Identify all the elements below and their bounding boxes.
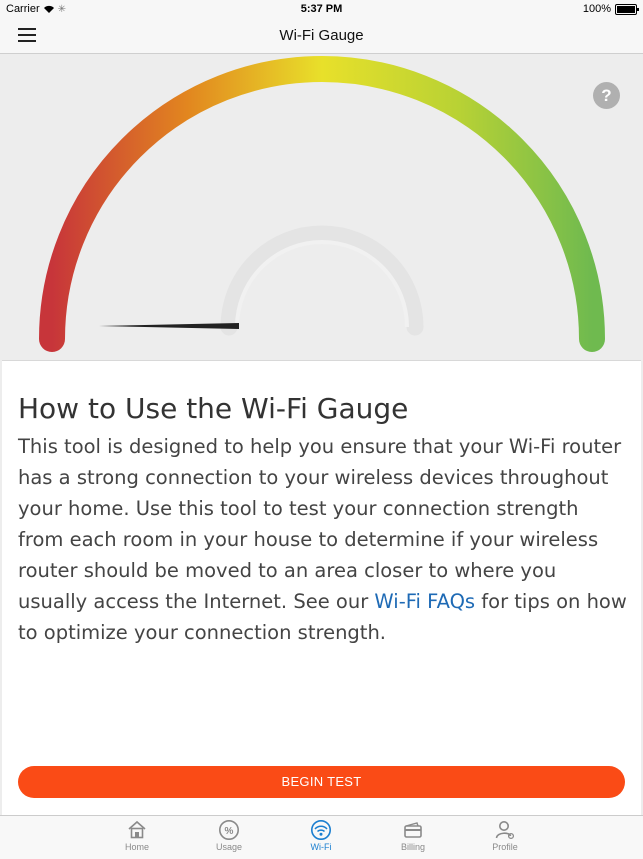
tab-usage-label: Usage [215, 842, 242, 852]
tab-home[interactable]: Home [107, 819, 167, 852]
battery-icon [615, 3, 639, 15]
gauge-panel: ? [0, 54, 643, 360]
svg-text:%: % [225, 826, 234, 837]
page-title: Wi-Fi Gauge [279, 27, 364, 44]
tab-home-label: Home [124, 842, 149, 852]
info-heading: How to Use the Wi-Fi Gauge [18, 392, 409, 425]
wifi-icon [311, 820, 331, 840]
tab-bar: Home % Usage Wi-Fi Billing Profile [0, 815, 643, 859]
tab-usage[interactable]: % Usage [199, 819, 259, 852]
tab-profile-label: Profile [492, 842, 518, 852]
tab-profile[interactable]: Profile [475, 819, 535, 852]
wifi-gauge [39, 56, 605, 352]
tab-wifi[interactable]: Wi-Fi [291, 819, 351, 852]
profile-icon [495, 821, 515, 840]
wifi-faqs-link[interactable]: Wi-Fi FAQs [374, 590, 475, 613]
tab-billing[interactable]: Billing [383, 819, 443, 852]
home-icon [128, 820, 146, 839]
status-bar: Carrier ✳ 5:37 PM 100% [0, 0, 643, 20]
battery-percent: 100% [582, 3, 611, 15]
help-icon[interactable]: ? [593, 82, 620, 109]
inner-gauge-track [220, 225, 424, 336]
tab-billing-label: Billing [400, 842, 425, 852]
gauge-needle [99, 323, 239, 329]
status-right: 100% [582, 3, 639, 15]
wallet-icon [404, 822, 422, 838]
info-card: How to Use the Wi-Fi Gauge This tool is … [2, 360, 641, 816]
navigation-bar: Wi-Fi Gauge [0, 20, 643, 54]
tab-wifi-label: Wi-Fi [310, 842, 332, 852]
gauge-arc [39, 56, 605, 352]
begin-test-button[interactable]: BEGIN TEST [18, 766, 625, 798]
info-body: This tool is designed to help you ensure… [18, 431, 630, 648]
percent-icon: % [219, 820, 239, 840]
status-time: 5:37 PM [300, 3, 343, 15]
info-body-text: This tool is designed to help you ensure… [18, 435, 622, 613]
